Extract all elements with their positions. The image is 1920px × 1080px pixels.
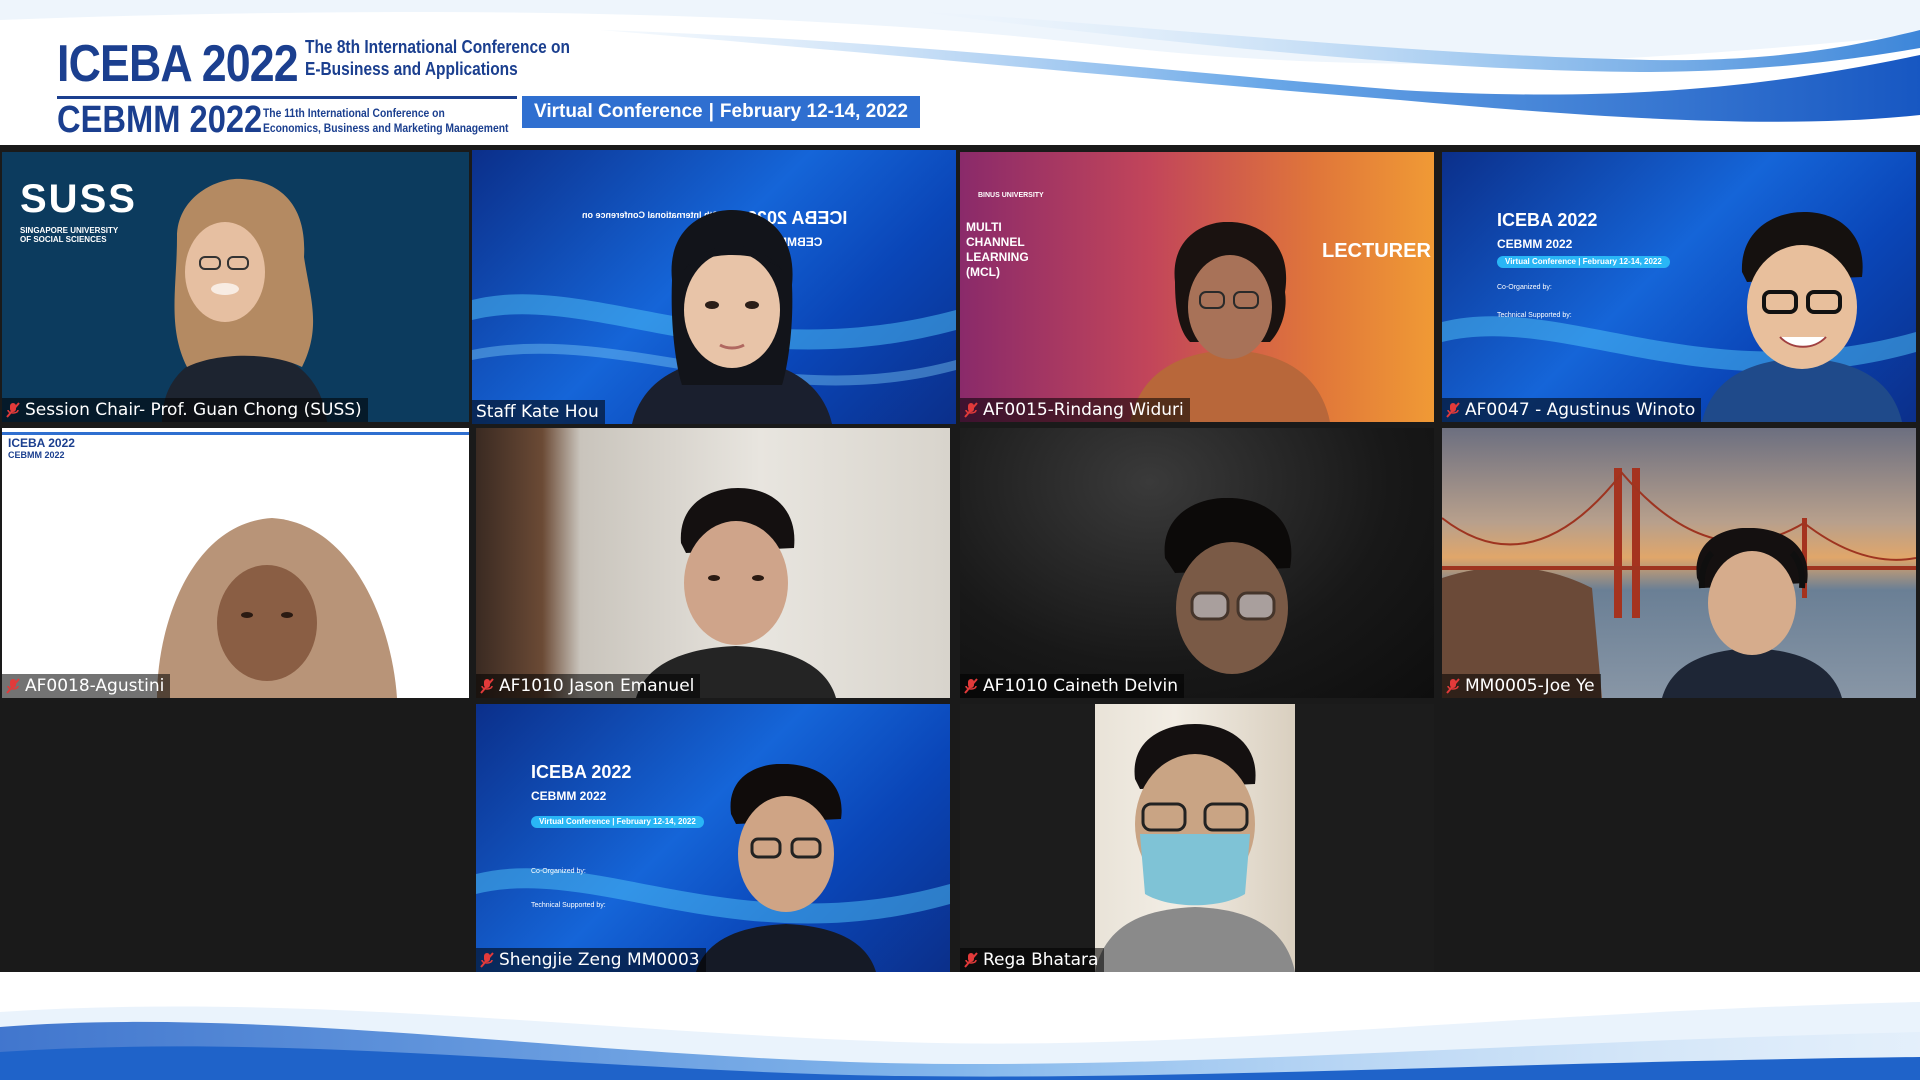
binus-mcl-line1: MULTI <box>966 220 1002 234</box>
participant-video <box>632 210 832 424</box>
participant-video <box>1095 724 1295 972</box>
venue-label: Virtual Conference <box>534 101 703 122</box>
participant-name: Staff Kate Hou <box>476 402 599 422</box>
participant-video <box>1702 212 1902 422</box>
participant-name: AF0015-Rindang Widuri <box>983 400 1184 420</box>
participant-tile[interactable]: AF1010 Jason Emanuel <box>476 428 950 698</box>
binus-mcl-line2: CHANNEL <box>966 235 1025 249</box>
slide-title2: CEBMM 2022 <box>531 789 607 803</box>
participant-name: AF0018-Agustini <box>25 676 165 696</box>
participant-video <box>1662 528 1842 698</box>
muted-mic-icon <box>1446 402 1460 418</box>
binus-mcl-line3: LEARNING <box>966 250 1029 264</box>
cebmm-subtitle-line2: Economics, Business and Marketing Manage… <box>263 121 509 135</box>
participant-name-tag: AF0015-Rindang Widuri <box>960 398 1190 422</box>
participant-tile-active-speaker[interactable]: ICEBA 2022 CEBMM 2022 The 8th Internatio… <box>472 150 956 424</box>
participant-tile[interactable]: SUSS SINGAPORE UNIVERSITY OF SOCIAL SCIE… <box>2 152 469 422</box>
participant-video <box>636 488 836 698</box>
participant-name-tag: Rega Bhatara <box>960 948 1105 972</box>
participant-video <box>157 518 397 698</box>
cebmm-subtitle-line1: The 11th International Conference on <box>263 106 445 120</box>
iceba-subtitle-line2: E-Business and Applications <box>305 59 518 79</box>
participant-video <box>162 178 327 422</box>
participant-name-tag: MM0005-Joe Ye <box>1442 674 1601 698</box>
suss-logo: SUSS <box>20 177 137 221</box>
slide-tech: Technical Supported by: <box>531 902 606 909</box>
muted-mic-icon <box>1446 678 1460 694</box>
muted-mic-icon <box>480 678 494 694</box>
participant-name: Rega Bhatara <box>983 950 1099 970</box>
muted-mic-icon <box>480 952 494 968</box>
slide-title-small: ICEBA 2022 <box>8 436 75 450</box>
suss-line2: OF SOCIAL SCIENCES <box>20 235 107 244</box>
slide-title: ICEBA 2022 <box>531 762 632 782</box>
binus-mcl-text: MULTI CHANNEL LEARNING (MCL) <box>966 220 1029 280</box>
muted-mic-icon <box>964 678 978 694</box>
video-gallery: SUSS SINGAPORE UNIVERSITY OF SOCIAL SCIE… <box>0 145 1920 972</box>
slide-date-pill: Virtual Conference | February 12-14, 202… <box>1497 256 1670 268</box>
muted-mic-icon <box>964 402 978 418</box>
participant-video <box>1130 222 1330 422</box>
participant-video <box>696 764 876 972</box>
slide-title: ICEBA 2022 <box>1497 210 1598 230</box>
participant-tile[interactable]: ICEBA 2022 CEBMM 2022 AF0018-Agustini <box>2 428 469 698</box>
slide-stripe <box>2 432 469 435</box>
participant-name-tag: Session Chair- Prof. Guan Chong (SUSS) <box>2 398 368 422</box>
muted-mic-icon <box>6 678 20 694</box>
participant-tile[interactable]: Rega Bhatara <box>960 704 1434 972</box>
slide-title2-small: CEBMM 2022 <box>8 450 65 460</box>
participant-name-tag: Shengjie Zeng MM0003 <box>476 948 706 972</box>
participant-name-tag: Staff Kate Hou <box>472 400 605 424</box>
muted-mic-icon <box>6 402 20 418</box>
slide-tech: Technical Supported by: <box>1497 312 1572 319</box>
participant-name: AF1010 Caineth Delvin <box>983 676 1178 696</box>
cebmm-subtitle: The 11th International Conference on Eco… <box>263 106 508 136</box>
venue-badge: Virtual Conference | February 12-14, 2022 <box>522 96 920 128</box>
conference-banner: ICEBA 2022 The 8th International Confere… <box>0 0 1920 143</box>
participant-name-tag: AF1010 Jason Emanuel <box>476 674 701 698</box>
binus-university-label: BINUS UNIVERSITY <box>978 192 1044 199</box>
venue-separator: | <box>708 101 714 122</box>
participant-tile[interactable]: BINUS UNIVERSITY MULTI CHANNEL LEARNING … <box>960 152 1434 422</box>
suss-line1: SINGAPORE UNIVERSITY <box>20 226 119 235</box>
participant-tile[interactable]: AF1010 Caineth Delvin <box>960 428 1434 698</box>
participant-name: AF1010 Jason Emanuel <box>499 676 695 696</box>
participant-name: Session Chair- Prof. Guan Chong (SUSS) <box>25 400 362 420</box>
slide-coorg: Co-Organized by: <box>1497 284 1552 291</box>
muted-mic-icon <box>964 952 978 968</box>
iceba-subtitle: The 8th International Conference on E-Bu… <box>305 36 570 80</box>
iceba-title: ICEBA 2022 <box>57 35 299 93</box>
participant-name-tag: AF0018-Agustini <box>2 674 171 698</box>
participant-tile[interactable]: MM0005-Joe Ye <box>1442 428 1916 698</box>
cebmm-title: CEBMM 2022 <box>57 99 263 141</box>
participant-name: AF0047 - Agustinus Winoto <box>1465 400 1696 420</box>
slide-title2: CEBMM 2022 <box>1497 237 1573 251</box>
footer-wave-decoration <box>0 1002 1920 1080</box>
binus-mcl-line4: (MCL) <box>966 265 1000 279</box>
participant-tile[interactable]: ICEBA 2022 CEBMM 2022 Virtual Conference… <box>476 704 950 972</box>
participant-video <box>1164 498 1292 674</box>
participant-name: MM0005-Joe Ye <box>1465 676 1595 696</box>
footer-wave <box>0 972 1920 1080</box>
conference-dates: February 12-14, 2022 <box>719 101 908 122</box>
participant-name-tag: AF1010 Caineth Delvin <box>960 674 1184 698</box>
slide-coorg: Co-Organized by: <box>531 868 586 875</box>
participant-name: Shengjie Zeng MM0003 <box>499 950 700 970</box>
participant-name-tag: AF0047 - Agustinus Winoto <box>1442 398 1702 422</box>
zoom-gallery-view: ICEBA 2022 The 8th International Confere… <box>0 0 1920 1080</box>
participant-tile[interactable]: ICEBA 2022 CEBMM 2022 Virtual Conference… <box>1442 152 1916 422</box>
iceba-subtitle-line1: The 8th International Conference on <box>305 37 570 57</box>
